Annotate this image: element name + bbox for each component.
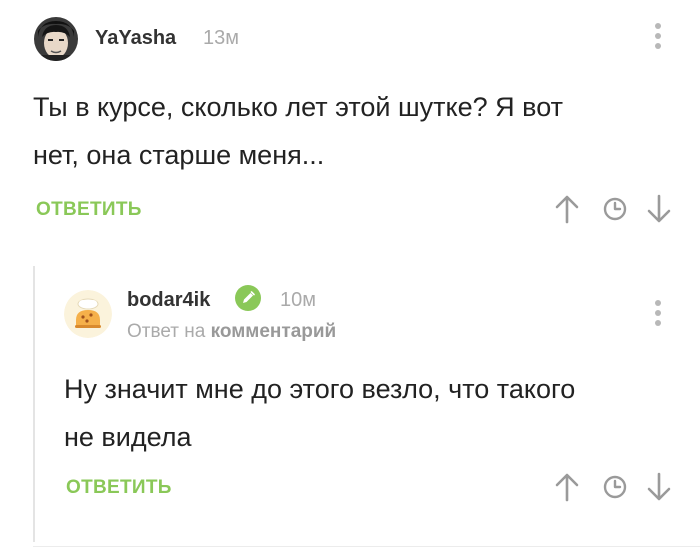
comment-reply-button[interactable]: ОТВЕТИТЬ [36,199,142,221]
reply-to-prefix: Ответ на [127,321,206,342]
comment-text: Ты в курсе, сколько лет этой шутке? Я во… [33,83,673,179]
reply-text: Ну значит мне до этого везло, что такого… [64,365,684,461]
arrow-down-icon [647,194,671,223]
author-badge [235,285,261,311]
comment-author[interactable]: YaYasha [95,27,176,50]
clock-icon [603,197,627,221]
reply-author[interactable]: bodar4ik [127,289,210,312]
save-later-button[interactable] [601,473,629,501]
comment-text-line: нет, она старше меня... [33,140,325,170]
save-later-button[interactable] [601,195,629,223]
reply-time: 10м [280,289,316,311]
upvote-button[interactable] [553,471,581,503]
arrow-down-icon [647,472,671,501]
kebab-dot [655,320,661,326]
arrow-up-icon [555,473,579,502]
kebab-dot [655,310,661,316]
clock-icon [603,475,627,499]
reply-to-line: Ответ на комментарий [127,321,336,343]
comment-menu-button[interactable] [655,23,661,53]
avatar-image [34,17,78,61]
reply-reply-button[interactable]: ОТВЕТИТЬ [66,477,172,499]
downvote-button[interactable] [645,193,673,225]
arrow-up-icon [555,195,579,224]
upvote-button[interactable] [553,193,581,225]
reply-text-line: не видела [64,422,192,452]
reply-menu-button[interactable] [655,300,661,330]
pencil-badge-icon [235,285,261,311]
reply-thread-line[interactable] [33,266,35,542]
kebab-dot [655,43,661,49]
avatar-bodar4ik[interactable] [64,290,112,338]
comment-text-line: Ты в курсе, сколько лет этой шутке? Я во… [33,92,563,122]
bottom-divider [33,546,700,547]
avatar-image [64,290,112,338]
reply-text-line: Ну значит мне до этого везло, что такого [64,374,576,404]
kebab-menu-icon [655,300,661,306]
downvote-button[interactable] [645,471,673,503]
kebab-menu-icon [655,23,661,29]
reply-to-link[interactable]: комментарий [211,321,337,342]
comment-time: 13м [203,27,239,49]
kebab-dot [655,33,661,39]
avatar-yayasha[interactable] [34,17,78,61]
